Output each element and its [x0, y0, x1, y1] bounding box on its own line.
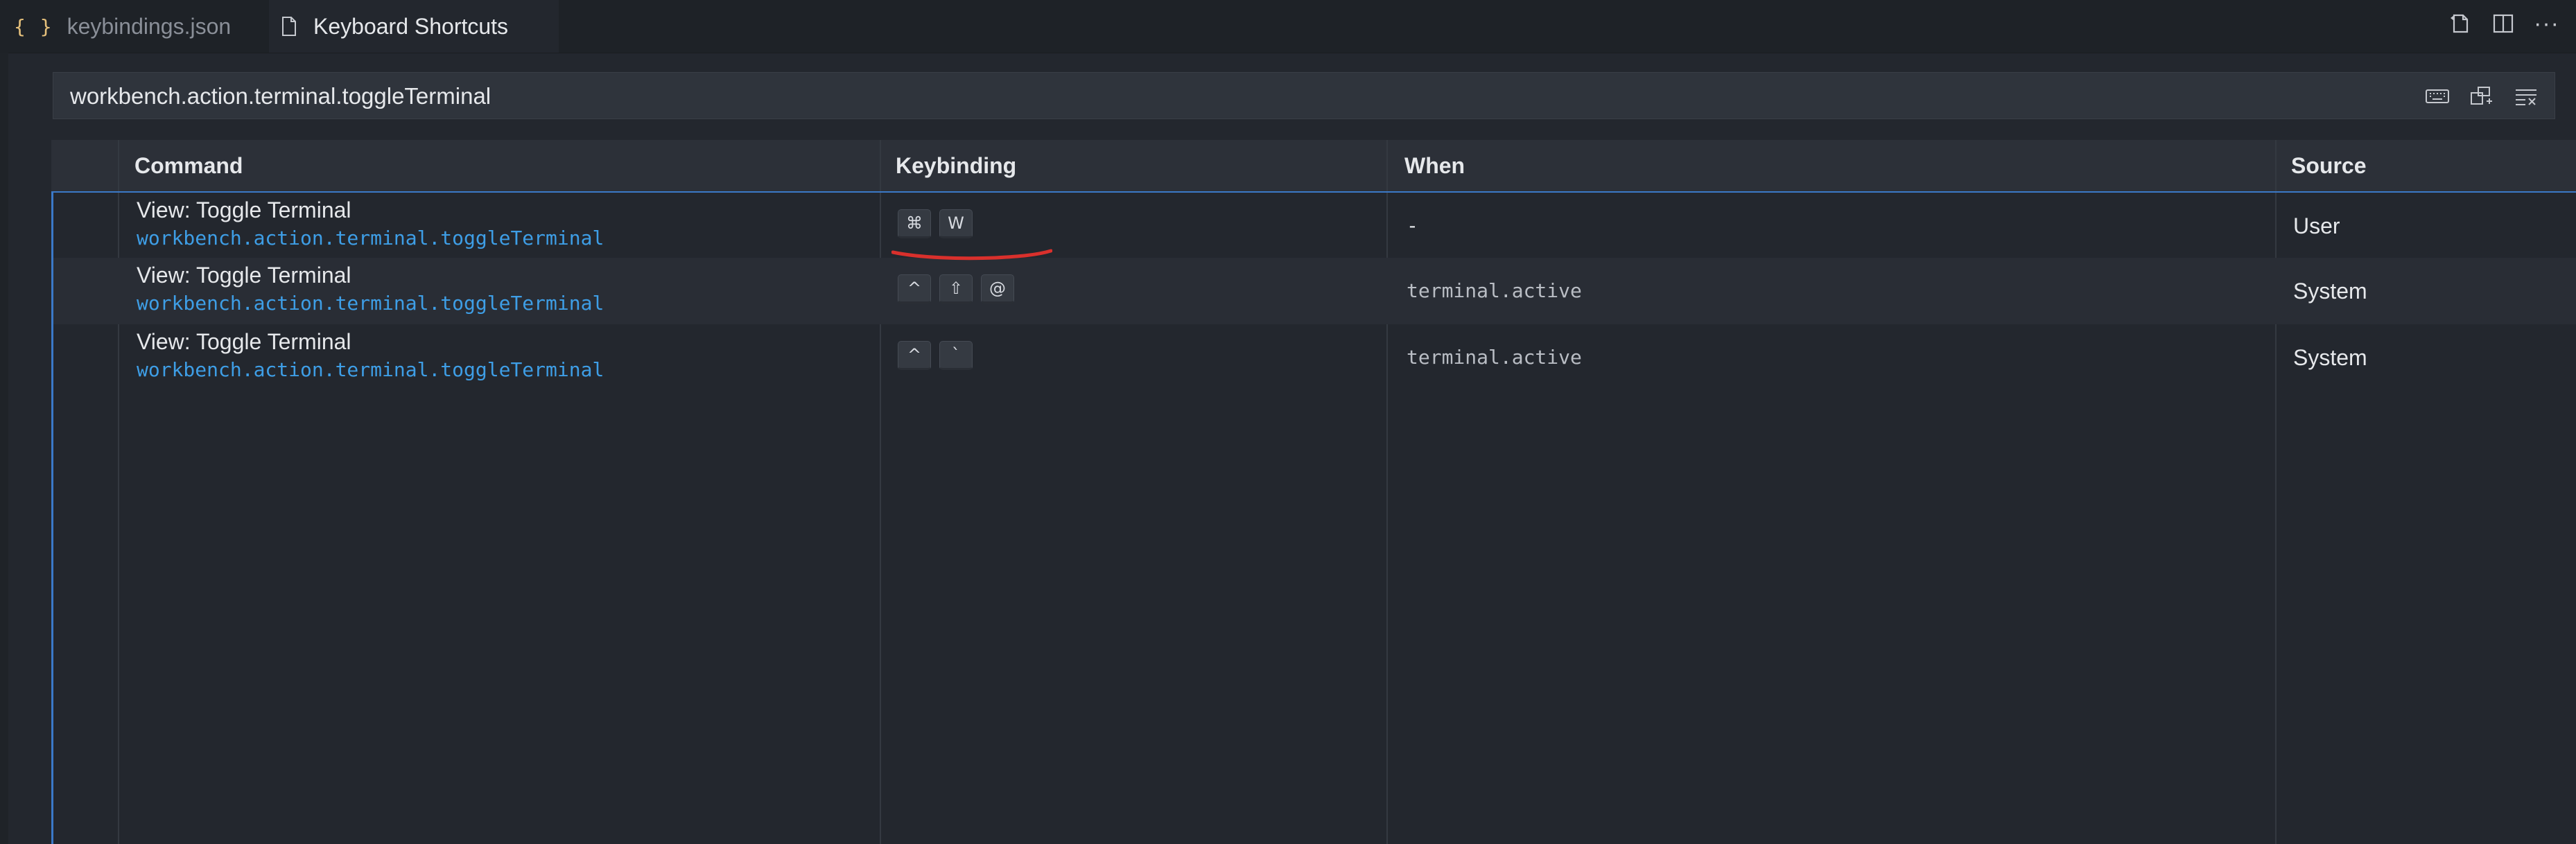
column-header-source[interactable]: Source [2291, 140, 2366, 191]
when-cell[interactable]: - [1407, 193, 1418, 259]
command-id: workbench.action.terminal.toggleTerminal [137, 227, 604, 249]
command-id: workbench.action.terminal.toggleTerminal [137, 292, 604, 315]
keybinding-cell[interactable]: ^ ⇧ @ [898, 274, 1014, 304]
more-actions-icon[interactable]: ··· [2534, 10, 2559, 37]
source-cell: User [2293, 213, 2340, 238]
command-title: View: Toggle Terminal [137, 263, 351, 288]
keybinding-cell[interactable]: ⌘ W [898, 209, 973, 238]
key-cap: ⌘ [898, 209, 931, 238]
search-actions [2424, 73, 2539, 120]
key-cap: ^ [898, 341, 931, 370]
editor-actions: ··· [2448, 0, 2559, 47]
key-cap: W [939, 209, 973, 238]
command-cell: View: Toggle Terminal workbench.action.t… [137, 327, 604, 384]
when-cell[interactable]: terminal.active [1407, 324, 1582, 391]
table-row[interactable]: View: Toggle Terminal workbench.action.t… [53, 191, 2576, 258]
sort-by-precedence-icon[interactable] [2469, 85, 2495, 108]
file-icon [282, 17, 296, 36]
search-value[interactable]: workbench.action.terminal.toggleTerminal [70, 73, 491, 120]
tab-keyboard-shortcuts[interactable]: Keyboard Shortcuts [269, 0, 559, 53]
command-cell: View: Toggle Terminal workbench.action.t… [137, 261, 604, 317]
table-header: Command Keybinding When Source [51, 140, 2576, 191]
editor-gutter [0, 53, 8, 844]
tab-bar: { } keybindings.json Keyboard Shortcuts … [0, 0, 2576, 53]
clear-search-icon[interactable] [2513, 85, 2539, 108]
open-keybindings-json-icon[interactable] [2448, 11, 2473, 36]
record-keys-icon[interactable] [2424, 85, 2451, 108]
keybindings-table: Command Keybinding When Source View: Tog… [51, 140, 2576, 844]
red-underline-annotation [891, 249, 1052, 261]
json-braces-icon: { } [14, 15, 53, 38]
source-cell: System [2293, 345, 2367, 370]
command-id: workbench.action.terminal.toggleTerminal [137, 358, 604, 381]
table-row[interactable]: View: Toggle Terminal workbench.action.t… [53, 258, 2576, 324]
key-cap: ⇧ [939, 274, 973, 304]
tab-label: Keyboard Shortcuts [313, 13, 509, 39]
split-editor-icon[interactable] [2491, 11, 2516, 36]
command-title: View: Toggle Terminal [137, 329, 351, 354]
command-title: View: Toggle Terminal [137, 197, 351, 222]
key-cap: ^ [898, 274, 931, 304]
table-row[interactable]: View: Toggle Terminal workbench.action.t… [53, 324, 2576, 391]
column-header-keybinding[interactable]: Keybinding [896, 140, 1016, 191]
when-cell[interactable]: terminal.active [1407, 258, 1582, 324]
table-body: View: Toggle Terminal workbench.action.t… [51, 191, 2576, 844]
keybindings-search-input[interactable]: workbench.action.terminal.toggleTerminal [53, 72, 2555, 119]
column-header-when[interactable]: When [1404, 140, 1465, 191]
key-cap: ` [939, 341, 973, 370]
key-cap: @ [981, 274, 1014, 304]
command-cell: View: Toggle Terminal workbench.action.t… [137, 195, 604, 252]
tab-label: keybindings.json [67, 13, 232, 39]
tab-keybindings-json[interactable]: { } keybindings.json [0, 0, 267, 53]
column-header-command[interactable]: Command [134, 140, 243, 191]
source-cell: System [2293, 279, 2367, 304]
keybinding-cell[interactable]: ^ ` [898, 341, 973, 370]
